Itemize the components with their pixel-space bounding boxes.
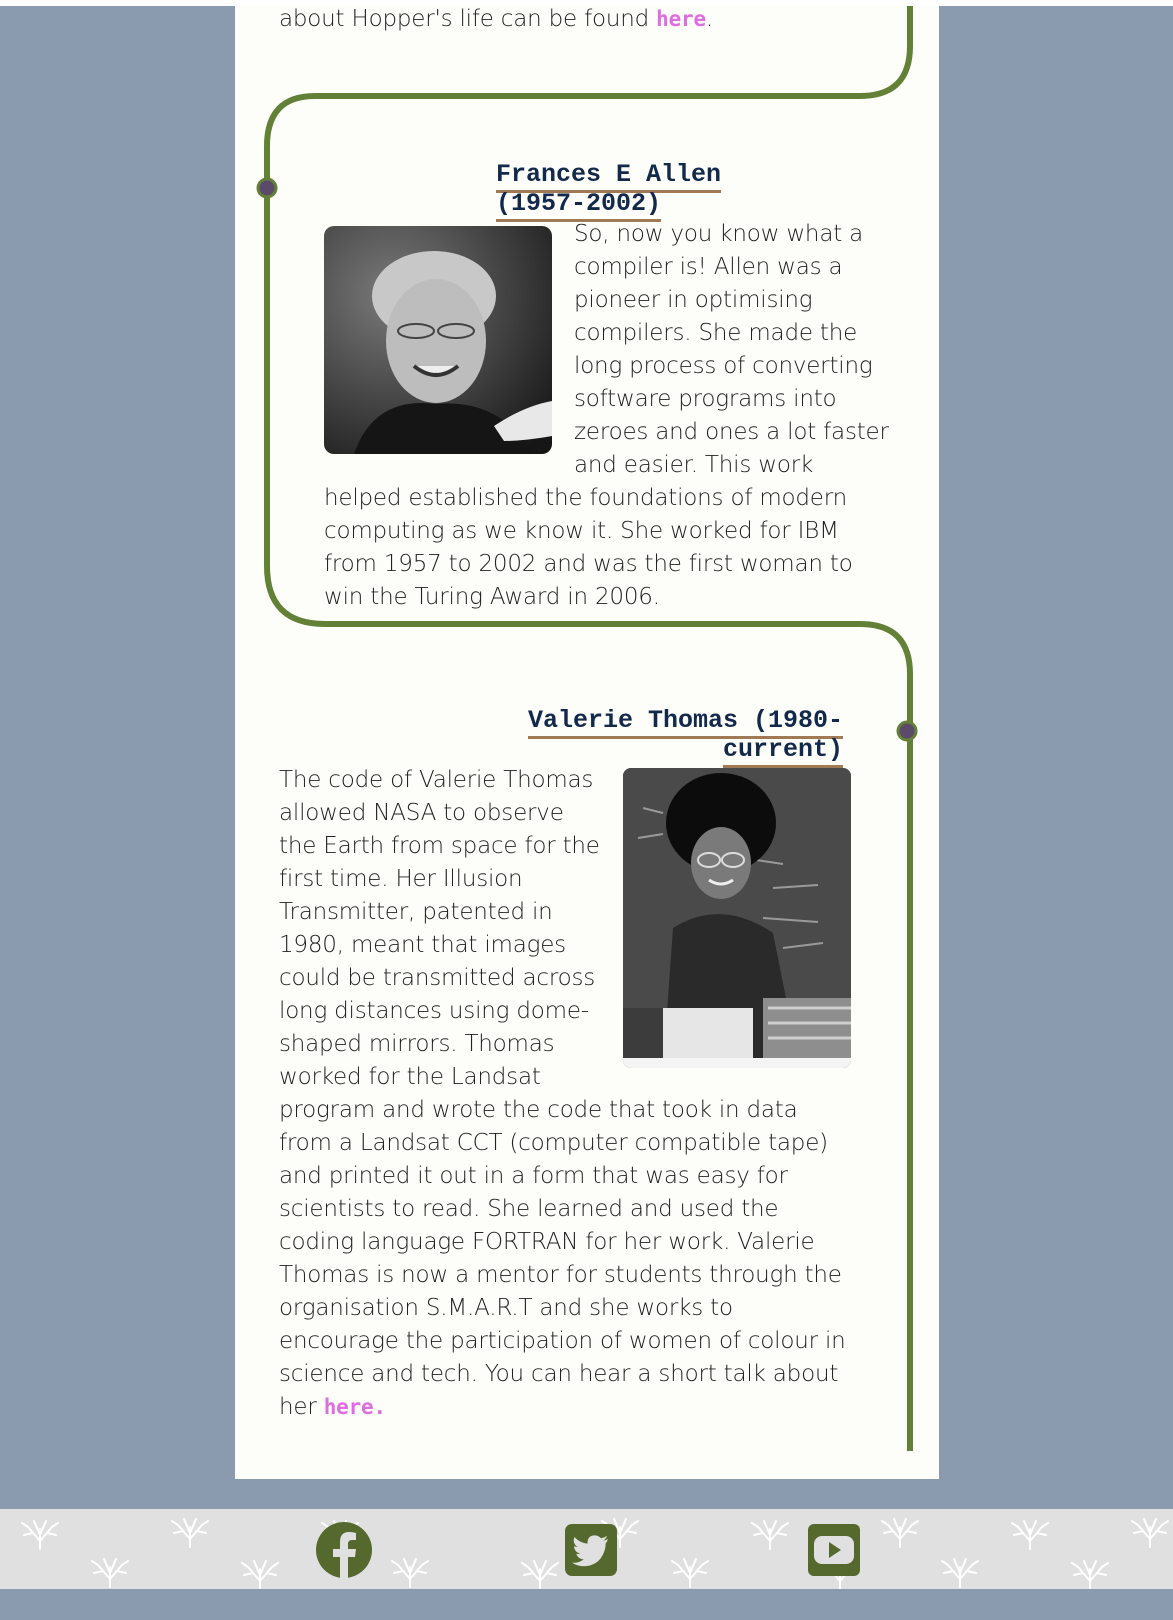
allen-text: So, now you know what a compiler is! All… (324, 221, 889, 610)
hopper-text-tail: about Hopper's life can be found here. (279, 6, 714, 32)
content-card: about Hopper's life can be found here. F… (235, 6, 939, 1479)
facebook-link[interactable] (315, 1521, 373, 1579)
allen-photo (324, 226, 552, 454)
twitter-link[interactable] (562, 1521, 620, 1579)
thomas-talk-link[interactable]: here. (324, 1395, 386, 1419)
youtube-icon (808, 1524, 860, 1576)
timeline-dot-allen (256, 177, 278, 199)
youtube-link[interactable] (805, 1521, 863, 1579)
allen-heading: Frances E Allen (1957-2002) (496, 160, 896, 222)
thomas-heading: Valerie Thomas (1980- current) (475, 706, 843, 768)
facebook-icon (316, 1522, 372, 1579)
footer (0, 1509, 1173, 1589)
thomas-photo (623, 768, 851, 1068)
thomas-text: The code of Valerie Thomas allowed NASA … (279, 764, 851, 1424)
twitter-icon (565, 1524, 617, 1576)
timeline-dot-thomas (896, 720, 918, 742)
hopper-link[interactable]: here (656, 7, 706, 31)
